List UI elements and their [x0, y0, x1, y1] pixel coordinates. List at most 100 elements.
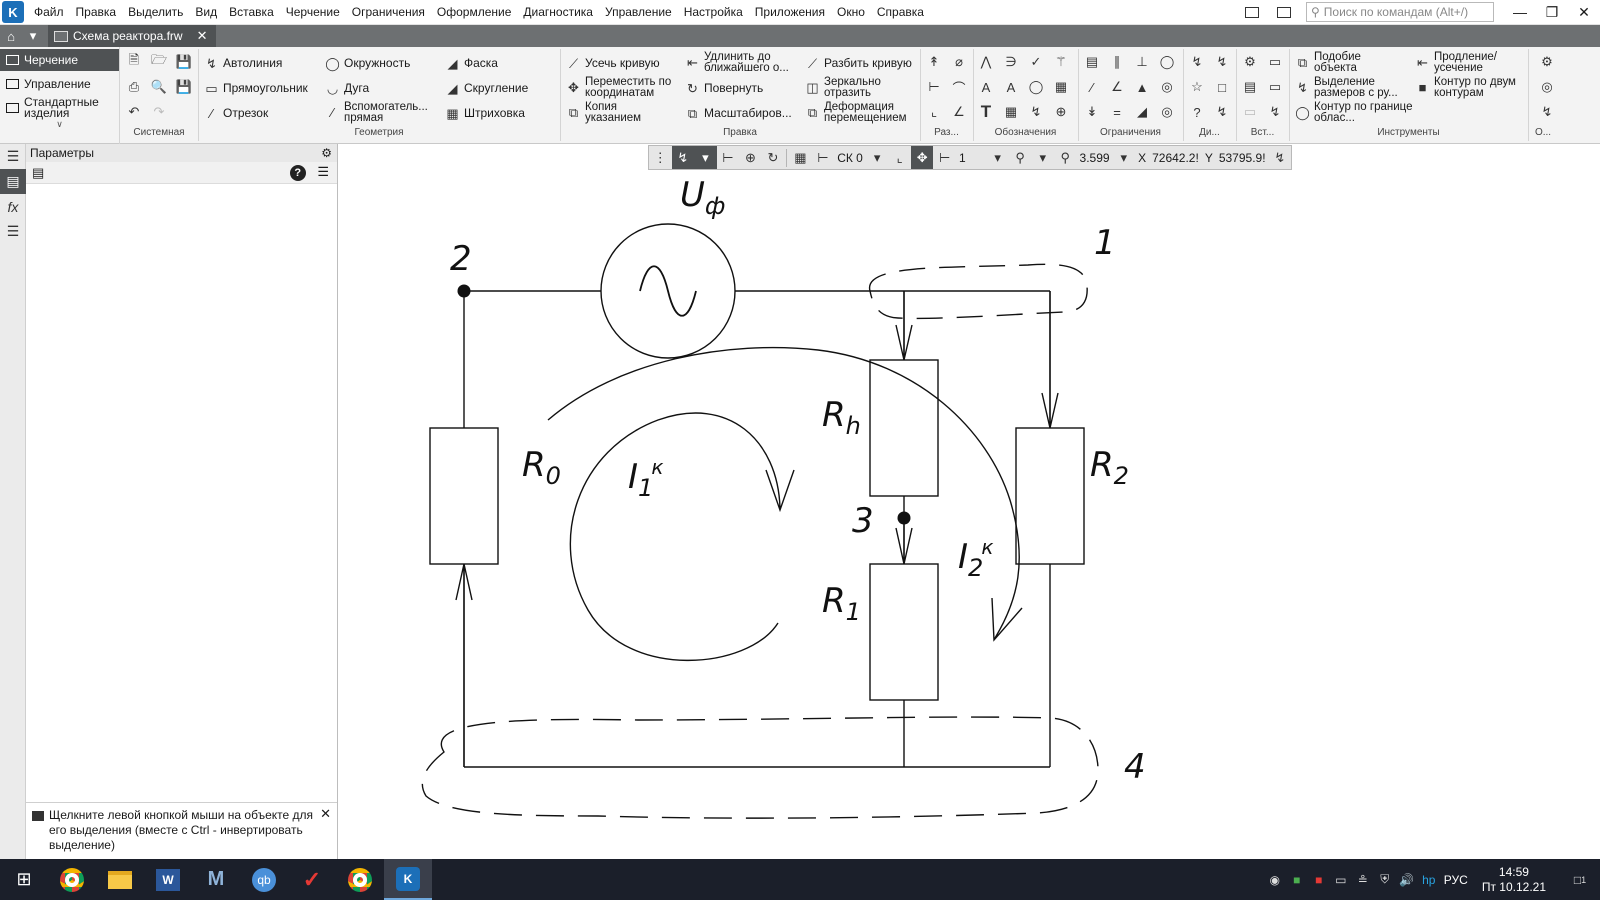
taskbar-kompas[interactable]: K	[384, 859, 432, 900]
extra-tool-icon[interactable]: ⚙	[1538, 53, 1556, 71]
snap-chevron-down-icon[interactable]: ▾	[694, 146, 717, 169]
local-snap-icon[interactable]: ⊕	[739, 146, 762, 169]
tangent-icon[interactable]: ◯	[1158, 53, 1176, 71]
arc-button[interactable]: ◡ Дуга	[325, 81, 369, 96]
menu-settings[interactable]: Настройка	[678, 0, 749, 25]
taskbar-chrome[interactable]	[48, 859, 96, 900]
taskbar-word[interactable]: W	[144, 859, 192, 900]
rectangle-button[interactable]: ▭ Прямоугольник	[204, 81, 307, 96]
deform-button[interactable]: ⧉ Деформация перемещением	[805, 101, 924, 123]
symmetry-icon[interactable]: ◢	[1133, 103, 1151, 121]
menu-select[interactable]: Выделить	[122, 0, 189, 25]
group-label-diagnostics[interactable]: Ди...	[1183, 127, 1236, 138]
minimize-button[interactable]: —	[1504, 0, 1536, 25]
mode-manage[interactable]: Управление	[0, 73, 119, 95]
preview-icon[interactable]: 🔍	[150, 78, 168, 96]
zoom-icon[interactable]: ⚲	[1054, 146, 1077, 169]
diag-graph-icon[interactable]: ↯	[1213, 103, 1231, 121]
open-icon[interactable]: 🗁	[150, 52, 168, 71]
menu-window[interactable]: Окно	[831, 0, 871, 25]
copy-button[interactable]: ⧉ Копия указанием	[566, 101, 655, 123]
radial-dim-icon[interactable]: ⌒	[950, 78, 968, 96]
fix-point-icon[interactable]: ▲	[1133, 78, 1151, 96]
diag-check-icon[interactable]: □	[1213, 78, 1231, 96]
circle-button[interactable]: ◯ Окружность	[325, 56, 410, 71]
fullscreen-icon[interactable]	[1268, 0, 1300, 25]
group-label-other[interactable]: О...	[1528, 127, 1558, 138]
hatch-button[interactable]: ▦ Штриховка	[445, 106, 525, 121]
cs-icon[interactable]: ⊢	[812, 146, 835, 169]
insert-pick-icon[interactable]: ↯	[1266, 103, 1284, 121]
split-curve-button[interactable]: ⟋ Разбить кривую	[805, 56, 912, 71]
menu-drawing[interactable]: Черчение	[280, 0, 346, 25]
concentric-icon[interactable]: ◎	[1158, 78, 1176, 96]
menu-diagnostics[interactable]: Диагностика	[517, 0, 599, 25]
group-label-dimensions[interactable]: Раз...	[920, 127, 973, 138]
clock[interactable]: 14:59 Пт 10.12.21	[1482, 865, 1546, 895]
brand-icon[interactable]: ◯	[1027, 78, 1045, 96]
merge-points-icon[interactable]: ◎	[1158, 103, 1176, 121]
hp-icon[interactable]: hp	[1418, 869, 1440, 891]
home-icon[interactable]: ⌂	[0, 25, 22, 47]
diag-question-icon[interactable]: ?	[1188, 103, 1206, 121]
restore-button[interactable]: ❐	[1536, 0, 1568, 25]
save-icon[interactable]: 💾	[175, 53, 193, 71]
diag-star-icon[interactable]: ☆	[1188, 78, 1206, 96]
insert-object-icon[interactable]: ▭	[1241, 103, 1259, 121]
variables-fx-icon[interactable]: fx	[0, 194, 26, 219]
equal-icon[interactable]: =	[1108, 103, 1126, 121]
menu-design[interactable]: Оформление	[431, 0, 517, 25]
battery-icon[interactable]: ▭	[1330, 869, 1352, 891]
group-label-edit[interactable]: Правка	[560, 127, 920, 138]
select-dims-button[interactable]: ↯ Выделение размеров с ру...	[1295, 76, 1414, 98]
tray-red-icon[interactable]: ■	[1308, 869, 1330, 891]
menu-file[interactable]: Файл	[28, 0, 70, 25]
insert-fragment-icon[interactable]: ⚙	[1241, 53, 1259, 71]
mode-standard-parts[interactable]: Стандартные изделия	[0, 96, 119, 119]
table-icon[interactable]: ▦	[1052, 78, 1070, 96]
taskbar-qbittorrent[interactable]: qb	[240, 859, 288, 900]
layout-icon[interactable]	[1236, 0, 1268, 25]
extend-trim-button[interactable]: ⇤ Продление/ усечение	[1415, 51, 1514, 73]
resistor-r0[interactable]	[429, 427, 499, 565]
roughness-icon[interactable]: ⋀	[977, 53, 995, 71]
insert-view-icon[interactable]: ▭	[1266, 53, 1284, 71]
extra-arrow-icon[interactable]: ↯	[1538, 103, 1556, 121]
text-icon[interactable]: T	[977, 102, 995, 121]
perpendicular-icon[interactable]: ⊥	[1133, 53, 1151, 71]
vertical-constraint-icon[interactable]: ↡	[1083, 103, 1101, 121]
close-hint-icon[interactable]: ✕	[320, 806, 331, 821]
diameter-icon[interactable]: ⌀	[950, 53, 968, 71]
resistor-rh[interactable]	[869, 359, 939, 497]
group-label-tools[interactable]: Инструменты	[1289, 127, 1528, 138]
expand-chevron-icon[interactable]: ∨	[0, 119, 119, 130]
diag-icon[interactable]: ↯	[1188, 53, 1206, 71]
center-mark-icon[interactable]: ⊕	[1052, 103, 1070, 121]
shield-icon[interactable]: ⛨	[1374, 869, 1396, 891]
menu-help[interactable]: Справка	[871, 0, 930, 25]
command-search-input[interactable]: ⚲ Поиск по командам (Alt+/)	[1306, 2, 1494, 22]
close-window-button[interactable]: ✕	[1568, 0, 1600, 25]
tree-view-icon[interactable]: ☰	[317, 164, 329, 179]
grid-icon[interactable]: ▦	[789, 146, 812, 169]
similar-object-button[interactable]: ⧉ Подобие объекта	[1295, 51, 1394, 73]
taskbar-vivaldi[interactable]: ✓	[288, 859, 336, 900]
mode-drawing[interactable]: Черчение	[0, 49, 119, 71]
taskbar-chrome-2[interactable]	[336, 859, 384, 900]
node-2-dot[interactable]	[457, 284, 471, 298]
position-icon[interactable]: A	[1002, 78, 1020, 96]
document-tab[interactable]: Схема реактора.frw ✕	[48, 25, 216, 47]
segment-button[interactable]: ⁄ Отрезок	[204, 106, 268, 121]
group-label-geometry[interactable]: Геометрия	[198, 127, 560, 138]
grip-icon[interactable]: ⋮	[649, 146, 672, 169]
move-by-coords-button[interactable]: ✥ Переместить по координатам	[566, 76, 685, 98]
two-contours-button[interactable]: ■ Контур по двум контурам	[1415, 76, 1530, 98]
tray-app-icon[interactable]: ◉	[1264, 869, 1286, 891]
linear-dim-icon[interactable]: ⊢	[925, 78, 943, 96]
insert-link-icon[interactable]: ▭	[1266, 78, 1284, 96]
resistor-r1[interactable]	[869, 563, 939, 701]
leader-icon[interactable]: A	[977, 78, 995, 96]
undo-icon[interactable]: ↶	[125, 103, 143, 121]
angle-dim-icon[interactable]: ∠	[950, 103, 968, 121]
mirror-button[interactable]: ◫ Зеркально отразить	[805, 76, 904, 98]
